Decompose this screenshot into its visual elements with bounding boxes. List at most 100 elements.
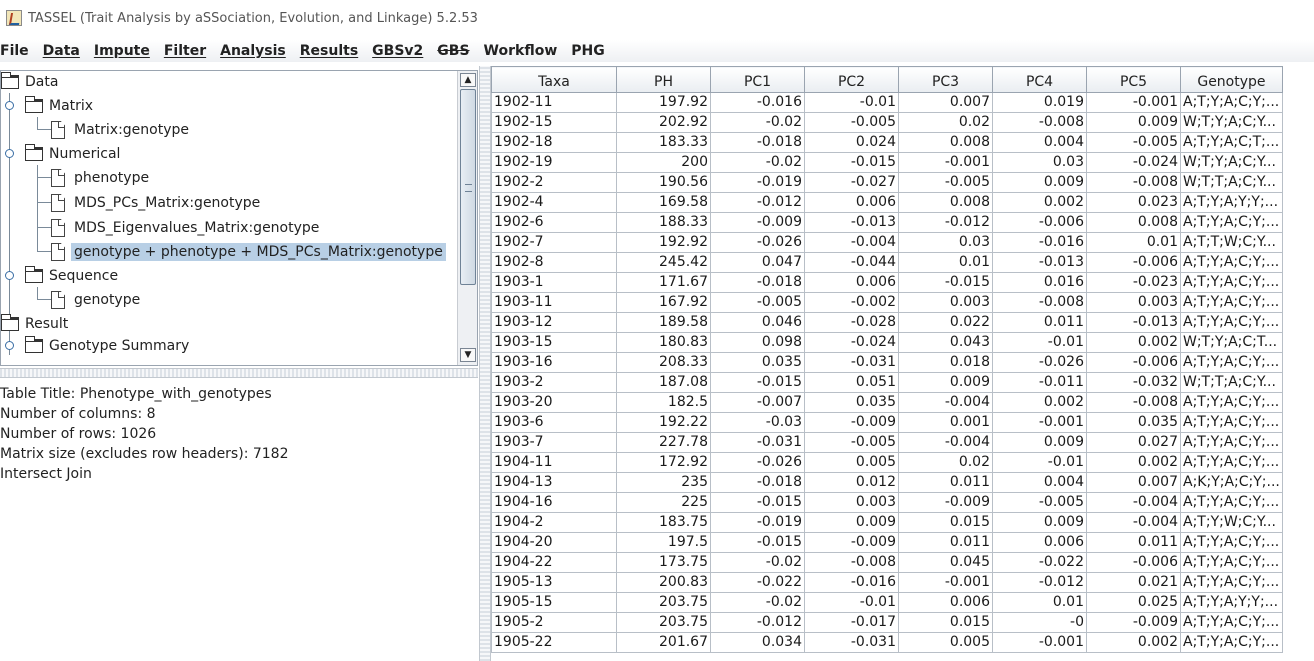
table-cell-pc5[interactable]: -0.004	[1086, 492, 1181, 513]
table-cell-pc4[interactable]: -0.026	[992, 352, 1087, 373]
table-cell-taxa[interactable]: 1905-2	[491, 612, 617, 633]
table-cell-pc5[interactable]: -0.008	[1086, 172, 1181, 193]
table-cell-pc3[interactable]: 0.018	[898, 352, 993, 373]
table-cell-pc3[interactable]: 0.008	[898, 192, 993, 213]
table-cell-pc1[interactable]: -0.02	[710, 552, 805, 573]
table-cell-pc5[interactable]: 0.002	[1086, 452, 1181, 473]
menu-gbs[interactable]: GBS	[435, 43, 477, 59]
table-cell-pc5[interactable]: -0.009	[1086, 612, 1181, 633]
table-cell-pc5[interactable]: 0.008	[1086, 212, 1181, 233]
menu-impute[interactable]: Impute	[92, 43, 158, 59]
tree-node-sequence-genotype[interactable]: genotype	[51, 289, 143, 311]
table-cell-taxa[interactable]: 1902-2	[491, 172, 617, 193]
table-cell-pc2[interactable]: -0.005	[804, 112, 899, 133]
table-cell-pc3[interactable]: 0.015	[898, 612, 993, 633]
table-cell-ph[interactable]: 200	[616, 152, 711, 173]
menu-workflow[interactable]: Workflow	[482, 43, 566, 59]
table-cell-taxa[interactable]: 1904-13	[491, 472, 617, 493]
table-cell-pc2[interactable]: 0.012	[804, 472, 899, 493]
table-cell-pc4[interactable]: -0.013	[992, 252, 1087, 273]
table-cell-pc3[interactable]: 0.03	[898, 232, 993, 253]
table-cell-pc1[interactable]: -0.02	[710, 592, 805, 613]
table-cell-taxa[interactable]: 1905-15	[491, 592, 617, 613]
table-cell-genotype[interactable]: A;T;Y;A;C;Y;...	[1180, 252, 1283, 273]
table-cell-pc4[interactable]: 0.004	[992, 472, 1087, 493]
table-cell-pc5[interactable]: 0.003	[1086, 292, 1181, 313]
table-cell-genotype[interactable]: A;T;Y;A;Y;Y;...	[1180, 592, 1283, 613]
tree-node-phenotype[interactable]: phenotype	[51, 167, 152, 189]
table-row[interactable]: 1905-15 203.75 -0.02 -0.01 0.006 0.01 0.025 A;T…	[491, 592, 1283, 613]
table-cell-pc2[interactable]: -0.015	[804, 152, 899, 173]
tree-node-mds-eigenvalues[interactable]: MDS_Eigenvalues_Matrix:genotype	[51, 217, 322, 239]
table-cell-pc3[interactable]: 0.045	[898, 552, 993, 573]
table-cell-pc4[interactable]: 0.011	[992, 312, 1087, 333]
table-cell-ph[interactable]: 183.33	[616, 132, 711, 153]
table-cell-pc3[interactable]: -0.012	[898, 212, 993, 233]
table-cell-pc2[interactable]: -0.027	[804, 172, 899, 193]
table-cell-taxa[interactable]: 1904-2	[491, 512, 617, 533]
table-cell-pc3[interactable]: -0.009	[898, 492, 993, 513]
table-cell-pc5[interactable]: 0.002	[1086, 632, 1181, 653]
table-cell-genotype[interactable]: A;T;Y;A;C;Y;...	[1180, 492, 1283, 513]
table-cell-ph[interactable]: 197.5	[616, 532, 711, 553]
table-cell-pc5[interactable]: -0.024	[1086, 152, 1181, 173]
table-row[interactable]: 1902-8 245.42 0.047 -0.044 0.01 -0.013 -0.006 A…	[491, 252, 1283, 273]
table-cell-pc2[interactable]: -0.002	[804, 292, 899, 313]
table-cell-pc2[interactable]: -0.028	[804, 312, 899, 333]
table-cell-genotype[interactable]: A;T;Y;A;C;Y;...	[1180, 212, 1283, 233]
table-cell-genotype[interactable]: A;T;Y;W;C;Y...	[1180, 512, 1283, 533]
table-cell-pc5[interactable]: 0.01	[1086, 232, 1181, 253]
table-cell-taxa[interactable]: 1903-2	[491, 372, 617, 393]
table-cell-pc5[interactable]: 0.035	[1086, 412, 1181, 433]
table-cell-taxa[interactable]: 1905-22	[491, 632, 617, 653]
table-cell-ph[interactable]: 245.42	[616, 252, 711, 273]
table-cell-genotype[interactable]: A;T;T;W;C;Y...	[1180, 232, 1283, 253]
table-cell-pc5[interactable]: 0.023	[1086, 192, 1181, 213]
table-cell-pc3[interactable]: 0.003	[898, 292, 993, 313]
table-cell-pc3[interactable]: 0.01	[898, 252, 993, 273]
table-cell-pc2[interactable]: 0.006	[804, 272, 899, 293]
table-cell-pc1[interactable]: 0.047	[710, 252, 805, 273]
table-cell-pc4[interactable]: -0.01	[992, 332, 1087, 353]
table-cell-pc1[interactable]: -0.015	[710, 372, 805, 393]
table-cell-genotype[interactable]: A;T;Y;A;C;Y;...	[1180, 552, 1283, 573]
table-row[interactable]: 1902-2 190.56 -0.019 -0.027 -0.005 0.009 -0.00…	[491, 172, 1283, 193]
table-cell-pc3[interactable]: 0.015	[898, 512, 993, 533]
table-cell-ph[interactable]: 180.83	[616, 332, 711, 353]
table-cell-pc3[interactable]: 0.007	[898, 92, 993, 113]
table-row[interactable]: 1904-22 173.75 -0.02 -0.008 0.045 -0.022 -0.00…	[491, 552, 1283, 573]
table-cell-pc4[interactable]: 0.009	[992, 432, 1087, 453]
table-row[interactable]: 1902-7 192.92 -0.026 -0.004 0.03 -0.016 0.01 A;…	[491, 232, 1283, 253]
table-cell-taxa[interactable]: 1902-7	[491, 232, 617, 253]
table-cell-ph[interactable]: 190.56	[616, 172, 711, 193]
table-cell-pc5[interactable]: 0.009	[1086, 112, 1181, 133]
table-cell-pc1[interactable]: -0.026	[710, 452, 805, 473]
table-cell-pc2[interactable]: -0.013	[804, 212, 899, 233]
table-row[interactable]: 1905-13 200.83 -0.022 -0.016 -0.001 -0.012 0.0…	[491, 572, 1283, 593]
column-header-pc2[interactable]: PC2	[804, 66, 899, 93]
table-cell-pc5[interactable]: -0.004	[1086, 512, 1181, 533]
table-cell-pc2[interactable]: -0.01	[804, 592, 899, 613]
table-cell-ph[interactable]: 192.92	[616, 232, 711, 253]
table-cell-pc5[interactable]: -0.032	[1086, 372, 1181, 393]
table-row[interactable]: 1903-1 171.67 -0.018 0.006 -0.015 0.016 -0.023…	[491, 272, 1283, 293]
table-row[interactable]: 1904-11 172.92 -0.026 0.005 0.02 -0.01 0.002 A;…	[491, 452, 1283, 473]
table-cell-genotype[interactable]: A;T;Y;A;C;Y;...	[1180, 612, 1283, 633]
tree-vertical-scrollbar[interactable]: ▲ ▼	[457, 71, 477, 365]
table-cell-pc4[interactable]: -0.012	[992, 572, 1087, 593]
table-cell-pc1[interactable]: -0.02	[710, 112, 805, 133]
table-cell-pc4[interactable]: -0.011	[992, 372, 1087, 393]
table-cell-genotype[interactable]: W;T;T;A;C;Y...	[1180, 372, 1283, 393]
table-cell-pc4[interactable]: 0.03	[992, 152, 1087, 173]
table-cell-ph[interactable]: 188.33	[616, 212, 711, 233]
tree-node-matrix[interactable]: Matrix	[25, 95, 96, 117]
table-cell-ph[interactable]: 203.75	[616, 612, 711, 633]
table-cell-pc3[interactable]: 0.008	[898, 132, 993, 153]
table-row[interactable]: 1902-11 197.92 -0.016 -0.01 0.007 0.019 -0.001…	[491, 92, 1283, 113]
table-row[interactable]: 1903-2 187.08 -0.015 0.051 0.009 -0.011 -0.032…	[491, 372, 1283, 393]
table-cell-pc1[interactable]: -0.022	[710, 572, 805, 593]
table-cell-ph[interactable]: 203.75	[616, 592, 711, 613]
table-cell-taxa[interactable]: 1902-19	[491, 152, 617, 173]
scroll-up-arrow-icon[interactable]: ▲	[460, 73, 476, 87]
table-row[interactable]: 1902-4 169.58 -0.012 0.006 0.008 0.002 0.023 A;…	[491, 192, 1283, 213]
